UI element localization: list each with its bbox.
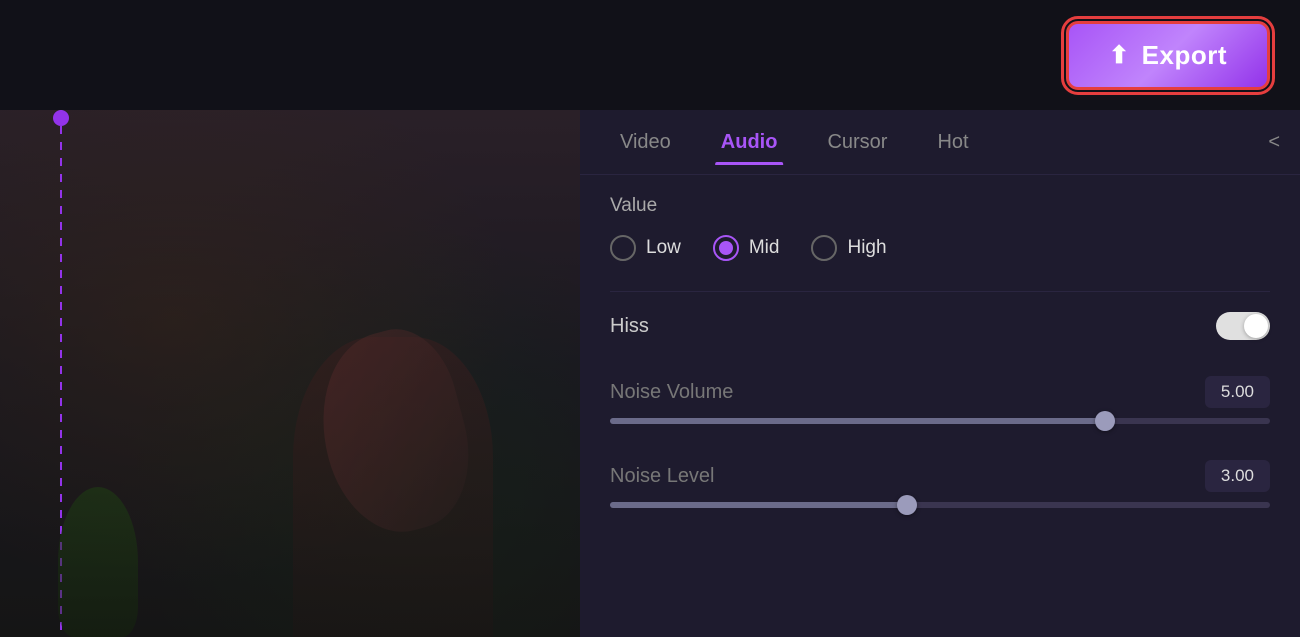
video-content — [0, 110, 580, 637]
timeline-marker — [53, 110, 69, 126]
tab-chevron[interactable]: < — [1268, 131, 1280, 154]
radio-high[interactable]: High — [811, 235, 886, 261]
noise-level-fill — [610, 502, 907, 508]
radio-low[interactable]: Low — [610, 235, 681, 261]
noise-volume-label: Noise Volume — [610, 381, 733, 404]
radio-mid-inner — [719, 241, 733, 255]
main-content: Video Audio Cursor Hot < Value Low Mid — [0, 110, 1300, 637]
noise-level-header: Noise Level 3.00 — [610, 460, 1270, 492]
hiss-label: Hiss — [610, 315, 649, 338]
tabs-bar: Video Audio Cursor Hot < — [580, 110, 1300, 175]
radio-low-label: Low — [646, 237, 681, 259]
noise-volume-header: Noise Volume 5.00 — [610, 376, 1270, 408]
noise-level-label: Noise Level — [610, 465, 715, 488]
radio-mid[interactable]: Mid — [713, 235, 780, 261]
radio-low-outer — [610, 235, 636, 261]
noise-level-value: 3.00 — [1205, 460, 1270, 492]
radio-mid-outer — [713, 235, 739, 261]
panel-content: Value Low Mid High — [580, 175, 1300, 637]
value-label: Value — [610, 195, 1270, 217]
tab-video[interactable]: Video — [600, 121, 691, 164]
hiss-toggle[interactable] — [1216, 312, 1270, 340]
hiss-toggle-thumb — [1244, 314, 1268, 338]
radio-mid-label: Mid — [749, 237, 780, 259]
noise-volume-thumb[interactable] — [1095, 411, 1115, 431]
export-button[interactable]: ⬆ Export — [1066, 21, 1270, 90]
separator-1 — [610, 291, 1270, 292]
export-icon: ⬆ — [1109, 41, 1130, 70]
radio-group: Low Mid High — [610, 235, 1270, 261]
video-preview — [0, 110, 580, 637]
noise-level-track[interactable] — [610, 502, 1270, 508]
noise-volume-value: 5.00 — [1205, 376, 1270, 408]
tab-cursor[interactable]: Cursor — [807, 121, 907, 164]
tab-audio[interactable]: Audio — [701, 121, 798, 164]
hiss-row: Hiss — [610, 312, 1270, 340]
noise-volume-row: Noise Volume 5.00 — [610, 376, 1270, 424]
plant-shape — [58, 487, 138, 637]
video-panel — [0, 110, 580, 637]
export-label: Export — [1142, 40, 1227, 71]
right-panel: Video Audio Cursor Hot < Value Low Mid — [580, 110, 1300, 637]
top-bar: ⬆ Export — [0, 0, 1300, 110]
noise-level-thumb[interactable] — [897, 495, 917, 515]
spacer-2 — [610, 444, 1270, 460]
tab-hot[interactable]: Hot — [917, 121, 988, 164]
spacer-1 — [610, 356, 1270, 376]
noise-volume-fill — [610, 418, 1105, 424]
noise-volume-track[interactable] — [610, 418, 1270, 424]
noise-level-row: Noise Level 3.00 — [610, 460, 1270, 508]
radio-high-outer — [811, 235, 837, 261]
radio-high-label: High — [847, 237, 886, 259]
